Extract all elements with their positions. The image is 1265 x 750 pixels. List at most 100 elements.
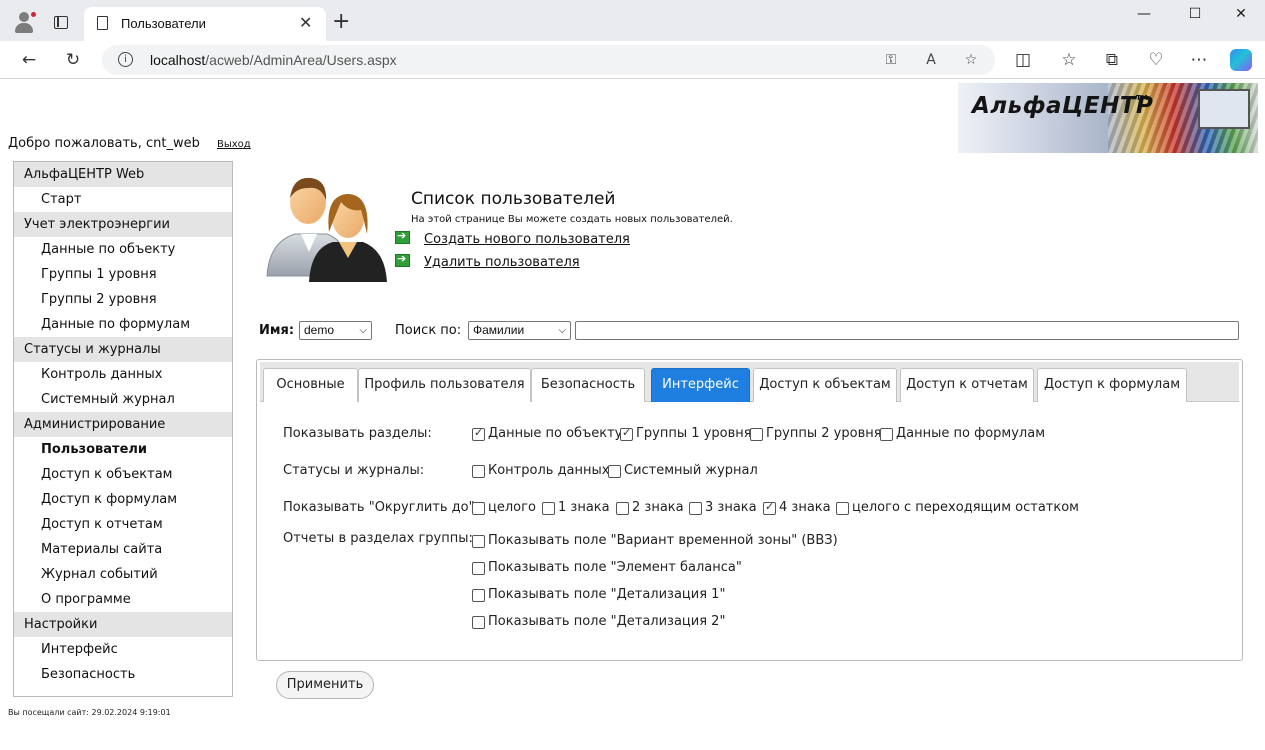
tab-actions-icon[interactable] bbox=[54, 16, 68, 29]
checkbox-round-3[interactable] bbox=[689, 502, 702, 515]
checkbox-round-5[interactable] bbox=[836, 502, 849, 515]
checkbox-label[interactable]: Показывать поле "Детализация 1" bbox=[488, 587, 725, 602]
checkbox-label[interactable]: 2 знака bbox=[632, 500, 684, 515]
checkbox-label[interactable]: 1 знака bbox=[558, 500, 610, 515]
sidebar-item[interactable]: Пользователи bbox=[14, 437, 232, 462]
minimize-icon[interactable]: — bbox=[1126, 6, 1162, 28]
sidebar-item[interactable]: Интерфейс bbox=[14, 637, 232, 662]
checkbox-sections-0[interactable] bbox=[472, 426, 485, 441]
checkbox-statuses-0[interactable] bbox=[472, 465, 485, 478]
checkbox-round-2[interactable] bbox=[616, 502, 629, 515]
sidebar-item[interactable]: Старт bbox=[14, 187, 232, 212]
checkbox-label[interactable]: Контроль данных bbox=[488, 463, 609, 478]
copilot-icon[interactable] bbox=[1230, 49, 1252, 71]
checkbox-round-0[interactable] bbox=[472, 502, 485, 515]
favorites-icon[interactable]: ☆ bbox=[1057, 48, 1081, 72]
key-icon[interactable]: ⚿ bbox=[881, 50, 901, 70]
checkbox-reports-1[interactable] bbox=[472, 562, 485, 575]
sidebar-item[interactable]: Системный журнал bbox=[14, 387, 232, 412]
tab-object-access[interactable]: Доступ к объектам bbox=[753, 368, 897, 402]
sidebar-section-header: Настройки bbox=[14, 612, 232, 637]
alfacenter-logo: АльфаЦЕНТР TM bbox=[958, 83, 1258, 153]
back-icon[interactable]: ← bbox=[17, 48, 41, 72]
refresh-icon[interactable]: ↻ bbox=[61, 48, 85, 72]
more-icon[interactable]: ⋯ bbox=[1187, 48, 1211, 72]
sidebar-item[interactable]: Группы 2 уровня bbox=[14, 287, 232, 312]
split-screen-icon[interactable]: ◫ bbox=[1011, 48, 1035, 72]
sidebar-section-header: АльфаЦЕНТР Web bbox=[14, 162, 232, 187]
checkbox-reports-0[interactable] bbox=[472, 535, 485, 548]
checkbox-label[interactable]: 3 знака bbox=[705, 500, 757, 515]
checkbox-label[interactable]: Данные по объекту bbox=[488, 426, 622, 441]
tab-security[interactable]: Безопасность bbox=[531, 368, 645, 402]
collections-icon[interactable]: ⧉ bbox=[1100, 48, 1124, 72]
sidebar-item[interactable]: Группы 1 уровня bbox=[14, 262, 232, 287]
settings-panel: Основные Профиль пользователя Безопаснос… bbox=[256, 359, 1243, 661]
profile-icon[interactable] bbox=[12, 10, 37, 34]
arrow-right-icon bbox=[395, 252, 410, 267]
create-user-link[interactable]: Создать нового пользователя bbox=[424, 232, 630, 247]
sections-label: Показывать разделы: bbox=[283, 426, 432, 441]
tab-profile[interactable]: Профиль пользователя bbox=[358, 368, 531, 402]
checkbox-label[interactable]: Системный журнал bbox=[624, 463, 758, 478]
checkbox-label[interactable]: Показывать поле "Вариант временной зоны"… bbox=[488, 533, 838, 548]
checkbox-label[interactable]: Показывать поле "Детализация 2" bbox=[488, 614, 725, 629]
read-aloud-icon[interactable]: A bbox=[921, 50, 941, 70]
sidebar-item[interactable]: Данные по объекту bbox=[14, 237, 232, 262]
page-icon bbox=[97, 16, 108, 30]
last-visit-text: Вы посещали сайт: 29.02.2024 9:19:01 bbox=[8, 708, 171, 717]
checkbox-label[interactable]: Группы 1 уровня bbox=[636, 426, 752, 441]
sidebar-item[interactable]: Материалы сайта bbox=[14, 537, 232, 562]
sidebar-item[interactable]: Доступ к объектам bbox=[14, 462, 232, 487]
close-window-icon[interactable]: ✕ bbox=[1223, 6, 1259, 28]
delete-user-link[interactable]: Удалить пользователя bbox=[424, 255, 580, 270]
checkbox-label[interactable]: целого с переходящим остатком bbox=[852, 500, 1079, 515]
checkbox-sections-2[interactable] bbox=[750, 428, 763, 441]
welcome-text: Добро пожаловать, cnt_web bbox=[8, 136, 200, 151]
favorite-icon[interactable]: ☆ bbox=[961, 50, 981, 70]
apply-button[interactable]: Применить bbox=[276, 671, 374, 699]
browser-tab[interactable]: Пользователи ✕ bbox=[84, 7, 326, 41]
health-icon[interactable]: ♡ bbox=[1144, 48, 1168, 72]
sidebar-section-header: Администрирование bbox=[14, 412, 232, 437]
tab-interface[interactable]: Интерфейс bbox=[651, 368, 750, 402]
search-by-select[interactable]: Фамилии ⌵ bbox=[468, 321, 571, 340]
checkbox-label[interactable]: Показывать поле "Элемент баланса" bbox=[488, 560, 742, 575]
sidebar-item[interactable]: Безопасность bbox=[14, 662, 232, 687]
tab-formula-access[interactable]: Доступ к формулам bbox=[1037, 368, 1187, 402]
checkbox-sections-3[interactable] bbox=[880, 428, 893, 441]
checkbox-label[interactable]: Данные по формулам bbox=[896, 426, 1045, 441]
sidebar-item[interactable]: О программе bbox=[14, 587, 232, 612]
checkbox-reports-2[interactable] bbox=[472, 589, 485, 602]
maximize-icon[interactable]: ☐ bbox=[1177, 6, 1213, 28]
checkbox-reports-3[interactable] bbox=[472, 616, 485, 629]
checkbox-round-1[interactable] bbox=[542, 502, 555, 515]
search-input[interactable] bbox=[575, 321, 1239, 340]
tab-report-access[interactable]: Доступ к отчетам bbox=[900, 368, 1034, 402]
sidebar-item[interactable]: Журнал событий bbox=[14, 562, 232, 587]
checkbox-label[interactable]: целого bbox=[488, 500, 536, 515]
tab-general[interactable]: Основные bbox=[263, 368, 358, 402]
user-name-select[interactable]: demo ⌵ bbox=[299, 321, 372, 340]
sidebar-item[interactable]: Контроль данных bbox=[14, 362, 232, 387]
chevron-down-icon: ⌵ bbox=[359, 325, 367, 336]
checkbox-label[interactable]: Группы 2 уровня bbox=[766, 426, 882, 441]
address-bar[interactable]: i localhost/acweb/AdminArea/Users.aspx ⚿… bbox=[102, 45, 995, 75]
logout-link[interactable]: Выход bbox=[217, 139, 251, 150]
sidebar-section-header: Учет электроэнергии bbox=[14, 212, 232, 237]
info-icon[interactable]: i bbox=[118, 52, 133, 67]
new-tab-icon[interactable]: + bbox=[332, 11, 350, 33]
page-content: Добро пожаловать, cnt_web Выход АльфаЦЕН… bbox=[5, 80, 1260, 746]
tab-strip: Основные Профиль пользователя Безопаснос… bbox=[260, 362, 1239, 402]
checkbox-sections-1[interactable] bbox=[620, 426, 633, 441]
sidebar-item[interactable]: Доступ к формулам bbox=[14, 487, 232, 512]
checkbox-statuses-1[interactable] bbox=[608, 465, 621, 478]
sidebar-item[interactable]: Доступ к отчетам bbox=[14, 512, 232, 537]
url-text[interactable]: localhost/acweb/AdminArea/Users.aspx bbox=[150, 52, 397, 68]
page-title: Список пользователей bbox=[411, 189, 616, 209]
sidebar-item[interactable]: Данные по формулам bbox=[14, 312, 232, 337]
chevron-down-icon: ⌵ bbox=[558, 325, 566, 336]
checkbox-label[interactable]: 4 знака bbox=[779, 500, 831, 515]
close-icon[interactable]: ✕ bbox=[299, 13, 312, 32]
checkbox-round-4[interactable] bbox=[763, 500, 776, 515]
